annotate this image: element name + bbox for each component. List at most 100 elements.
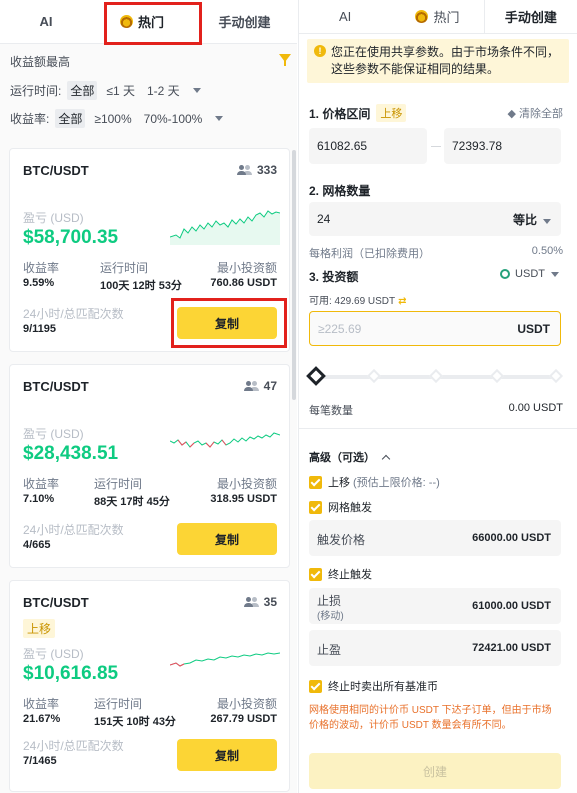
runtime-option-all[interactable]: 全部 <box>67 81 98 100</box>
clear-all-button[interactable]: ◆ 清除全部 <box>507 105 563 121</box>
grid-count-input[interactable]: 24 等比 <box>309 202 561 236</box>
right-tab-bar: AI 热门 手动创建 <box>299 0 577 34</box>
grid-trigger-checkbox[interactable]: 网格触发 <box>309 499 372 515</box>
advanced-toggle[interactable]: 高级（可选） <box>309 449 391 465</box>
price-low-input[interactable]: 61082.65 <box>309 128 427 164</box>
users-icon <box>243 597 260 607</box>
investment-unit: USDT <box>517 321 550 336</box>
notice-text: 您正在使用共享参数。由于市场条件不同，这些参数不能保证相同的结果。 <box>331 45 560 76</box>
chevron-down-icon[interactable] <box>215 116 224 121</box>
runtime-filter-label: 运行时间: <box>10 84 62 98</box>
sell-all-checkbox[interactable]: 终止时卖出所有基准币 <box>309 678 438 694</box>
match-count-label: 24小时/总匹配次数 <box>23 739 124 753</box>
tab-label: 热门 <box>433 10 460 25</box>
investment-placeholder: ≥225.69 <box>318 321 362 336</box>
transfer-icon[interactable]: ⇄ <box>398 296 406 307</box>
filter-icon[interactable] <box>279 54 291 66</box>
copy-button[interactable]: 复制 <box>177 523 277 555</box>
strategy-card[interactable]: BTC/USDT 35 上移 盈亏 (USD) $10,616.85 收益率 运… <box>9 580 290 792</box>
tab-popular[interactable]: 热门 <box>391 0 483 33</box>
yield-value: 7.10% <box>23 493 55 505</box>
section-title-text: 3. 投资额 <box>309 270 359 284</box>
create-button-label: 创建 <box>422 764 447 779</box>
users-icon <box>243 381 260 391</box>
trigger-price-input[interactable]: 触发价格 66000.00 USDT <box>309 520 561 556</box>
runtime-label: 运行时间 <box>94 477 143 491</box>
highlight-box-popular-tab <box>104 2 202 45</box>
runtime-option-1-2d[interactable]: 1-2 天 <box>144 81 183 100</box>
grid-trigger-label: 网格触发 <box>328 502 372 514</box>
copier-count: 333 <box>236 163 277 177</box>
tab-label: 手动创建 <box>218 15 271 30</box>
tab-ai[interactable]: AI <box>0 0 92 43</box>
usdt-icon <box>500 269 511 279</box>
pnl-label: 盈亏 (USD) <box>23 647 84 661</box>
slider-step[interactable] <box>366 368 382 384</box>
slider-step[interactable] <box>428 368 444 384</box>
runtime-label: 运行时间 <box>100 261 149 275</box>
copier-count-value: 333 <box>256 163 277 177</box>
section-title-text: 2. 网格数量 <box>309 184 371 198</box>
pnl-sparkline <box>170 432 280 448</box>
pnl-label: 盈亏 (USD) <box>23 427 84 441</box>
stop-trigger-checkbox[interactable]: 终止触发 <box>309 566 372 582</box>
eraser-icon: ◆ <box>507 108 519 120</box>
tab-ai[interactable]: AI <box>299 0 391 33</box>
min-invest-label: 最小投资额 <box>216 477 277 491</box>
per-order-label: 每笔数量 <box>309 405 353 417</box>
range-separator <box>431 146 441 147</box>
profit-per-grid-row: 每格利润（已扣除费用） 0.50% <box>309 245 563 261</box>
currency-label: USDT <box>515 268 545 280</box>
pnl-value: $10,616.85 <box>23 663 119 684</box>
copier-count-value: 47 <box>263 379 277 393</box>
slider-handle[interactable] <box>306 366 326 386</box>
chevron-up-icon <box>381 454 391 464</box>
stop-loss-input[interactable]: 止损 (移动) 61000.00 USDT <box>309 588 561 624</box>
yield-option-100[interactable]: ≥100% <box>91 111 134 127</box>
tab-manual-create[interactable]: 手动创建 <box>192 0 297 43</box>
shift-up-hint: (预估上限价格: --) <box>353 477 440 489</box>
currency-select[interactable]: USDT <box>500 268 559 280</box>
copy-button-label: 复制 <box>214 532 239 547</box>
trigger-price-label: 触发价格 <box>317 533 366 547</box>
copy-button-label: 复制 <box>214 748 239 763</box>
chevron-down-icon[interactable] <box>192 88 201 93</box>
checkbox-checked-icon <box>309 475 322 489</box>
runtime-option-1d[interactable]: ≤1 天 <box>103 81 138 100</box>
grid-mode-label: 等比 <box>512 212 537 227</box>
match-count-value: 4/665 <box>23 539 51 551</box>
stop-loss-trailing-label: (移动) <box>317 611 344 622</box>
trading-pair: BTC/USDT <box>23 595 89 610</box>
sort-dropdown[interactable]: 收益额最高 <box>10 53 70 70</box>
profit-per-grid-value: 0.50% <box>531 245 563 257</box>
shift-up-checkbox[interactable]: 上移 (预估上限价格: --) <box>309 474 440 490</box>
take-profit-input[interactable]: 止盈 72421.00 USDT <box>309 630 561 666</box>
manual-create-panel: AI 热门 手动创建 ! 您正在使用共享参数。由于市场条件不同，这些参数不能保证… <box>298 0 577 793</box>
create-button[interactable]: 创建 <box>309 753 561 789</box>
min-invest-value: 760.86 USDT <box>210 277 277 289</box>
price-high-input[interactable]: 72393.78 <box>444 128 561 164</box>
trading-pair: BTC/USDT <box>23 163 89 178</box>
pnl-label: 盈亏 (USD) <box>23 211 84 225</box>
slider-step[interactable] <box>548 368 564 384</box>
yield-option-70-100[interactable]: 70%-100% <box>141 111 206 127</box>
checkbox-checked-icon <box>309 500 322 514</box>
investment-title: 3. 投资额 <box>309 268 358 285</box>
yield-option-all[interactable]: 全部 <box>55 109 86 128</box>
tab-manual-create[interactable]: 手动创建 <box>483 0 577 33</box>
tab-label: AI <box>339 9 352 24</box>
match-count-value: 9/1195 <box>23 323 57 335</box>
runtime-value: 100天 12时 53分 <box>100 280 182 292</box>
investment-input[interactable]: ≥225.69 USDT <box>309 311 561 346</box>
copy-button[interactable]: 复制 <box>177 739 277 771</box>
grid-mode-select[interactable]: 等比 <box>513 211 551 228</box>
chevron-down-icon <box>543 218 551 224</box>
strategy-card[interactable]: BTC/USDT 47 盈亏 (USD) $28,438.51 收益率 运行时间… <box>9 364 290 568</box>
investment-slider[interactable] <box>306 366 564 386</box>
scrollbar[interactable] <box>292 150 296 400</box>
runtime-filter: 运行时间: 全部 ≤1 天 1-2 天 <box>10 81 201 100</box>
stop-loss-value: 61000.00 USDT <box>472 600 551 612</box>
yield-label: 收益率 <box>23 477 60 491</box>
copier-count-value: 35 <box>263 595 277 609</box>
slider-step[interactable] <box>489 368 505 384</box>
